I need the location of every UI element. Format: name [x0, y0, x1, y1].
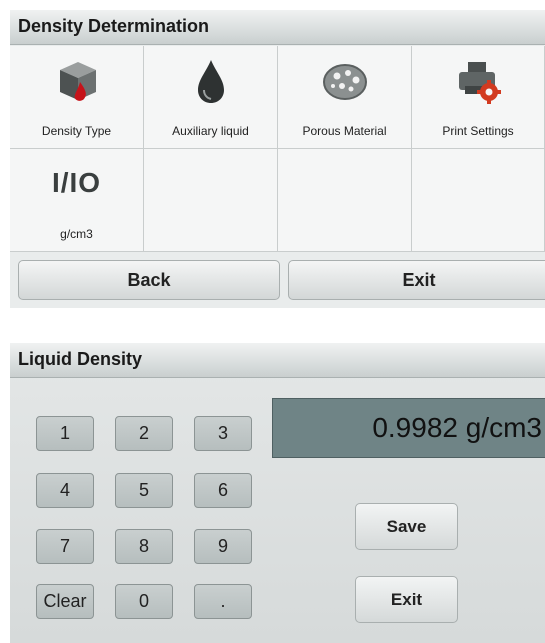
menu-grid: Density Type Auxiliary liquid Porous Mat…: [10, 46, 545, 252]
key-4[interactable]: 4: [36, 473, 94, 508]
key-3[interactable]: 3: [194, 416, 252, 451]
printer-gear-icon: [453, 56, 503, 111]
title-bar: Density Determination: [10, 10, 545, 45]
menu-item-label: Print Settings: [442, 124, 514, 138]
menu-item-empty: [278, 149, 412, 252]
menu-item-label: g/cm3: [60, 227, 93, 241]
menu-item-units[interactable]: I/IO g/cm3: [10, 149, 144, 252]
water-drop-icon: [186, 56, 236, 111]
key-1[interactable]: 1: [36, 416, 94, 451]
exit-button[interactable]: Exit: [288, 260, 545, 300]
key-decimal[interactable]: .: [194, 584, 252, 619]
menu-item-print-settings[interactable]: Print Settings: [412, 46, 545, 149]
density-cube-icon: [52, 56, 102, 111]
key-5[interactable]: 5: [115, 473, 173, 508]
title-bar: Liquid Density: [10, 343, 545, 378]
save-button[interactable]: Save: [355, 503, 458, 550]
unit-io-icon: I/IO: [51, 167, 102, 198]
menu-item-label: Porous Material: [302, 124, 387, 138]
density-value-display: 0.9982 g/cm3: [272, 398, 545, 458]
menu-item-auxiliary-liquid[interactable]: Auxiliary liquid: [144, 46, 278, 149]
menu-item-label: Auxiliary liquid: [172, 124, 249, 138]
clear-button[interactable]: Clear: [36, 584, 94, 619]
key-9[interactable]: 9: [194, 529, 252, 564]
menu-item-density-type[interactable]: Density Type: [10, 46, 144, 149]
menu-item-porous-material[interactable]: Porous Material: [278, 46, 412, 149]
key-2[interactable]: 2: [115, 416, 173, 451]
key-6[interactable]: 6: [194, 473, 252, 508]
key-7[interactable]: 7: [36, 529, 94, 564]
porous-stone-icon: [320, 56, 370, 111]
density-determination-panel: Density Determination Density Type Auxil…: [10, 10, 545, 308]
liquid-density-panel: Liquid Density 1 2 3 4 5 6 7 8 9 Clear 0…: [10, 343, 545, 643]
back-button[interactable]: Back: [18, 260, 280, 300]
key-0[interactable]: 0: [115, 584, 173, 619]
panel-title: Density Determination: [18, 16, 210, 36]
menu-item-empty: [144, 149, 278, 252]
panel-title: Liquid Density: [18, 349, 143, 369]
exit-button[interactable]: Exit: [355, 576, 458, 623]
menu-item-empty: [412, 149, 545, 252]
menu-item-label: Density Type: [41, 124, 112, 138]
key-8[interactable]: 8: [115, 529, 173, 564]
